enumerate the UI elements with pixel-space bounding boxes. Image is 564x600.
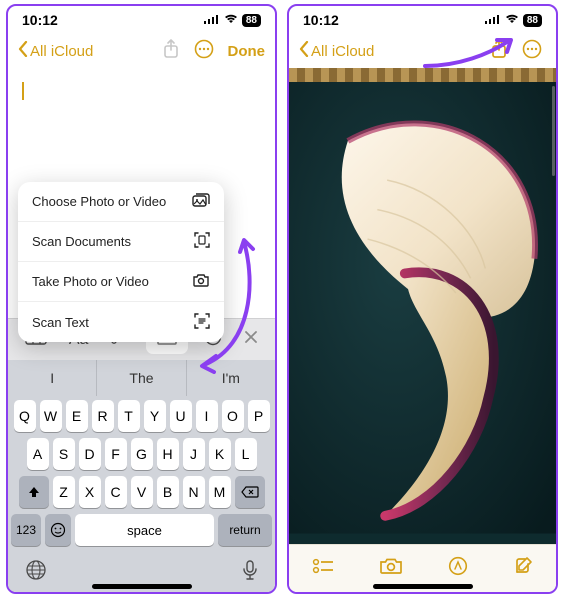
camera-icon — [192, 273, 210, 290]
more-icon[interactable] — [522, 39, 542, 64]
suggestion-3[interactable]: I'm — [187, 360, 275, 396]
key-k[interactable]: K — [209, 438, 231, 470]
close-toolbar-icon[interactable] — [238, 326, 264, 353]
signal-icon — [485, 14, 501, 27]
scroll-indicator — [552, 86, 555, 176]
status-bar: 10:12 88 — [289, 6, 556, 34]
suggestion-1[interactable]: I — [8, 360, 97, 396]
keyboard-suggestions: I The I'm — [8, 360, 275, 396]
keyboard-row-1: Q W E R T Y U I O P — [11, 400, 272, 432]
emoji-key[interactable] — [45, 514, 71, 546]
doc-scan-icon — [194, 232, 210, 251]
menu-scan-text[interactable]: Scan Text — [18, 302, 224, 342]
key-b[interactable]: B — [157, 476, 179, 508]
key-l[interactable]: L — [235, 438, 257, 470]
keyboard-bottom-row — [11, 552, 272, 588]
photo-stack-icon — [192, 193, 210, 210]
menu-take-photo-video[interactable]: Take Photo or Video — [18, 262, 224, 302]
nav-bar: All iCloud — [289, 34, 556, 68]
chevron-left-icon — [18, 41, 28, 61]
shift-key[interactable] — [19, 476, 49, 508]
back-label: All iCloud — [30, 43, 93, 60]
back-label: All iCloud — [311, 43, 374, 60]
status-indicators: 88 — [485, 14, 542, 27]
menu-choose-photo-video[interactable]: Choose Photo or Video — [18, 182, 224, 222]
back-button[interactable]: All iCloud — [18, 41, 93, 61]
key-i[interactable]: I — [196, 400, 218, 432]
chevron-left-icon — [299, 41, 309, 61]
camera-menu-popup: Choose Photo or Video Scan Documents Tak… — [18, 182, 224, 342]
key-f[interactable]: F — [105, 438, 127, 470]
camera-icon[interactable] — [379, 557, 403, 580]
share-icon[interactable] — [490, 39, 508, 64]
return-key[interactable]: return — [218, 514, 272, 546]
key-j[interactable]: J — [183, 438, 205, 470]
key-t[interactable]: T — [118, 400, 140, 432]
key-n[interactable]: N — [183, 476, 205, 508]
wifi-icon — [224, 14, 238, 27]
menu-label: Take Photo or Video — [32, 274, 149, 289]
key-u[interactable]: U — [170, 400, 192, 432]
keyboard-row-4: 123 space return — [11, 514, 272, 546]
home-indicator — [373, 584, 473, 589]
checklist-icon[interactable] — [312, 557, 334, 580]
space-key[interactable]: space — [75, 514, 214, 546]
flower-image — [289, 82, 556, 534]
menu-scan-documents[interactable]: Scan Documents — [18, 222, 224, 262]
more-icon[interactable] — [194, 39, 214, 64]
key-c[interactable]: C — [105, 476, 127, 508]
key-g[interactable]: G — [131, 438, 153, 470]
key-w[interactable]: W — [40, 400, 62, 432]
keyboard: Q W E R T Y U I O P A S D F G H J K L Z — [8, 396, 275, 592]
battery-indicator: 88 — [242, 14, 261, 27]
done-button[interactable]: Done — [228, 43, 266, 60]
status-indicators: 88 — [204, 14, 261, 27]
phone-screenshot-left: 10:12 88 All iCloud Done — [6, 4, 277, 594]
key-q[interactable]: Q — [14, 400, 36, 432]
key-h[interactable]: H — [157, 438, 179, 470]
phone-screenshot-right: 10:12 88 All iCloud — [287, 4, 558, 594]
key-d[interactable]: D — [79, 438, 101, 470]
key-y[interactable]: Y — [144, 400, 166, 432]
suggestion-2[interactable]: The — [97, 360, 186, 396]
key-a[interactable]: A — [27, 438, 49, 470]
numbers-key[interactable]: 123 — [11, 514, 41, 546]
status-bar: 10:12 88 — [8, 6, 275, 34]
nav-bar: All iCloud Done — [8, 34, 275, 68]
globe-icon[interactable] — [25, 559, 47, 586]
key-v[interactable]: V — [131, 476, 153, 508]
key-x[interactable]: X — [79, 476, 101, 508]
key-z[interactable]: Z — [53, 476, 75, 508]
status-time: 10:12 — [303, 12, 339, 28]
key-m[interactable]: M — [209, 476, 231, 508]
compose-icon[interactable] — [513, 556, 533, 581]
back-button[interactable]: All iCloud — [299, 41, 374, 61]
keyboard-row-2: A S D F G H J K L — [11, 438, 272, 470]
text-scan-icon — [194, 313, 210, 332]
status-time: 10:12 — [22, 12, 58, 28]
battery-indicator: 88 — [523, 14, 542, 27]
backspace-key[interactable] — [235, 476, 265, 508]
key-e[interactable]: E — [66, 400, 88, 432]
text-cursor — [22, 82, 24, 100]
wifi-icon — [505, 14, 519, 27]
keyboard-row-3: Z X C V B N M — [11, 476, 272, 508]
home-indicator — [92, 584, 192, 589]
signal-icon — [204, 14, 220, 27]
share-icon[interactable] — [162, 39, 180, 64]
mic-icon[interactable] — [242, 559, 258, 586]
menu-label: Scan Documents — [32, 234, 131, 249]
markup-icon[interactable] — [448, 556, 468, 581]
menu-label: Scan Text — [32, 315, 89, 330]
key-s[interactable]: S — [53, 438, 75, 470]
key-o[interactable]: O — [222, 400, 244, 432]
note-image[interactable] — [289, 82, 556, 544]
key-r[interactable]: R — [92, 400, 114, 432]
menu-label: Choose Photo or Video — [32, 194, 166, 209]
photo-divider-strip — [289, 68, 556, 82]
key-p[interactable]: P — [248, 400, 270, 432]
